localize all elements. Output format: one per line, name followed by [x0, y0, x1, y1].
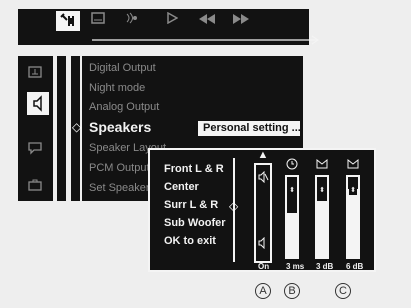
- speaker-mute-icon: [258, 171, 269, 183]
- callout-c: C: [335, 283, 351, 299]
- slider-value-delay: 3 ms: [286, 262, 305, 271]
- delay-slider[interactable]: ⬍: [285, 175, 299, 259]
- menu-column-divider: [57, 56, 66, 201]
- sidebar: [18, 56, 53, 201]
- dialog-item-ok[interactable]: OK to exit: [164, 235, 216, 247]
- slider-value-level: 3 dB: [316, 262, 334, 271]
- audio-language-icon[interactable]: [119, 11, 143, 31]
- rewind-icon[interactable]: [195, 11, 219, 31]
- menu-item-digital-output[interactable]: Digital Output: [89, 62, 156, 74]
- speaker-on-slider[interactable]: [254, 163, 272, 263]
- menu-item-set-speaker[interactable]: Set Speaker: [89, 182, 150, 194]
- speaker-icon[interactable]: [27, 92, 49, 115]
- dialog-item-center[interactable]: Center: [164, 181, 199, 193]
- slider-value-on: On: [258, 262, 270, 271]
- slider-fill: [348, 189, 358, 257]
- fast-forward-icon[interactable]: [229, 11, 253, 31]
- slider-fill: [287, 213, 297, 257]
- slider-value-level: 6 dB: [346, 262, 364, 271]
- speaker-icon: [258, 237, 265, 249]
- wrench-and-audio-icon[interactable]: [56, 11, 80, 31]
- toolbar-arrow-icon: [92, 35, 320, 45]
- briefcase-icon[interactable]: [27, 178, 43, 192]
- bowtie-speaker-icon: [346, 158, 360, 172]
- navigation-arrows-icon: ◇: [229, 199, 239, 213]
- callout-b: B: [284, 283, 300, 299]
- dialog-item-front[interactable]: Front L & R: [164, 163, 224, 175]
- menu-item-pcm-output[interactable]: PCM Output: [89, 162, 150, 174]
- dialog-item-surround[interactable]: Surr L & R: [164, 199, 218, 211]
- subtitle-chat-icon[interactable]: [27, 141, 43, 155]
- menu-item-speakers[interactable]: Speakers: [89, 119, 151, 135]
- subtitle-icon[interactable]: [86, 11, 110, 31]
- dialog-item-subwoofer[interactable]: Sub Woofer: [164, 217, 226, 229]
- play-icon[interactable]: [160, 11, 184, 31]
- disc-icon[interactable]: [27, 65, 43, 79]
- slider-knob-icon[interactable]: ⬍: [288, 187, 296, 195]
- clock-delay-icon: [285, 158, 299, 172]
- speaker-level-icon: ▲: [257, 149, 269, 161]
- navigation-arrows-icon: ◇: [72, 120, 82, 134]
- slider-knob-icon[interactable]: ⬍: [349, 187, 357, 195]
- menu-item-night-mode[interactable]: Night mode: [89, 82, 145, 94]
- level-slider[interactable]: ⬍: [315, 175, 329, 259]
- slider-fill: [317, 201, 327, 257]
- slider-knob-icon[interactable]: ⬍: [318, 187, 326, 195]
- level-slider[interactable]: ⬍: [346, 175, 360, 259]
- speakers-value[interactable]: Personal setting ...: [198, 121, 301, 136]
- menu-item-analog-output[interactable]: Analog Output: [89, 101, 159, 113]
- callout-a: A: [255, 283, 271, 299]
- bowtie-speaker-icon: [315, 158, 329, 172]
- top-toolbar: [18, 9, 320, 45]
